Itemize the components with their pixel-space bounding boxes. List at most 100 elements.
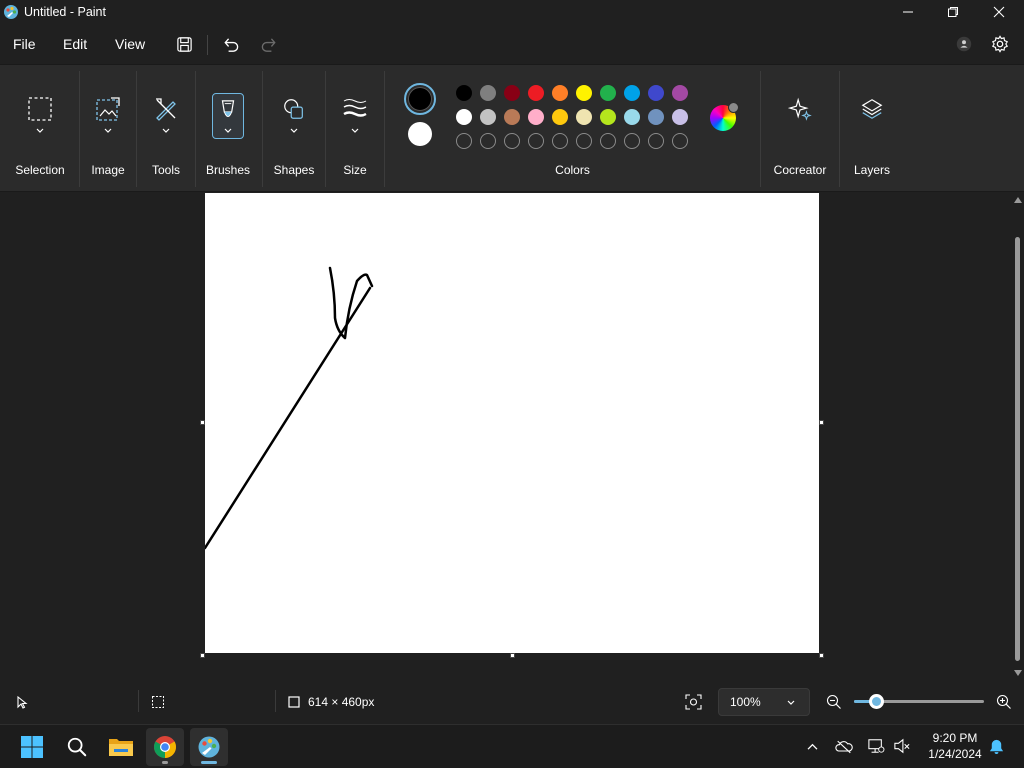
show-hidden-icons-button[interactable] [802, 736, 822, 756]
chrome-taskbar-button[interactable] [146, 728, 184, 766]
color-swatch[interactable] [600, 85, 616, 101]
save-button[interactable] [172, 32, 196, 56]
color-swatch[interactable] [672, 85, 688, 101]
taskbar-search-button[interactable] [58, 728, 96, 766]
image-label: Image [91, 163, 125, 177]
status-separator [138, 690, 139, 712]
cocreator-group[interactable]: Cocreator [761, 65, 839, 193]
restore-button[interactable] [930, 0, 976, 24]
chevron-down-icon [104, 128, 112, 133]
file-explorer-button[interactable] [102, 728, 140, 766]
color-swatch[interactable] [456, 109, 472, 125]
canvas-size-text: 614 × 460px [308, 695, 375, 709]
chevron-down-icon [36, 128, 44, 133]
primary-color-swatch [408, 87, 432, 111]
start-button[interactable] [13, 728, 51, 766]
zoom-slider[interactable] [854, 694, 984, 709]
color-swatch[interactable] [576, 109, 592, 125]
color-swatch[interactable] [648, 109, 664, 125]
resize-handle-bottom-right[interactable] [819, 653, 824, 658]
menu-view[interactable]: View [115, 36, 145, 52]
zoom-slider-thumb[interactable] [869, 694, 885, 709]
close-button[interactable] [976, 0, 1022, 24]
color-swatch[interactable] [672, 109, 688, 125]
color-swatch[interactable] [528, 109, 544, 125]
minimize-button[interactable] [885, 0, 931, 24]
zoom-in-icon[interactable] [996, 694, 1012, 710]
tools-icon [152, 95, 180, 123]
color-swatch[interactable] [552, 109, 568, 125]
custom-color-slot[interactable] [576, 133, 592, 149]
paint-taskbar-button[interactable] [190, 728, 228, 766]
canvas-drawing [203, 266, 374, 550]
brush-icon [214, 97, 242, 125]
tools-group[interactable]: Tools [137, 65, 195, 193]
color-swatch[interactable] [504, 85, 520, 101]
scroll-down-icon[interactable] [1014, 670, 1022, 676]
onedrive-tray-button[interactable] [834, 736, 854, 756]
layers-group[interactable]: Layers [840, 65, 904, 193]
volume-tray-button[interactable] [892, 736, 912, 756]
color-swatch[interactable] [504, 109, 520, 125]
size-group[interactable]: Size [326, 65, 384, 193]
custom-color-slot[interactable] [672, 133, 688, 149]
resize-handle-bottom[interactable] [510, 653, 515, 658]
custom-color-slot[interactable] [600, 133, 616, 149]
secondary-color-button[interactable] [408, 122, 432, 146]
custom-color-slot[interactable] [552, 133, 568, 149]
resize-handle-bottom-left[interactable] [200, 653, 205, 658]
drawing-canvas[interactable] [203, 193, 819, 653]
notifications-button[interactable] [986, 736, 1006, 756]
brushes-group[interactable]: Brushes [196, 65, 260, 193]
custom-color-slot[interactable] [648, 133, 664, 149]
menu-file[interactable]: File [13, 36, 36, 52]
redo-button[interactable] [257, 32, 281, 56]
color-swatch[interactable] [456, 85, 472, 101]
menu-edit[interactable]: Edit [63, 36, 87, 52]
shapes-group[interactable]: Shapes [263, 65, 325, 193]
custom-color-slot[interactable] [504, 133, 520, 149]
undo-button[interactable] [218, 32, 242, 56]
resize-handle-right[interactable] [819, 420, 824, 425]
color-swatch[interactable] [480, 109, 496, 125]
tools-label: Tools [151, 163, 180, 177]
volume-muted-icon [894, 738, 910, 754]
color-swatch[interactable] [624, 109, 640, 125]
fit-to-window-icon[interactable] [685, 694, 702, 710]
gear-icon [991, 35, 1009, 53]
menu-separator [207, 35, 208, 55]
taskbar-clock[interactable]: 9:20 PM 1/24/2024 [920, 730, 990, 762]
color-swatch[interactable] [624, 85, 640, 101]
settings-button[interactable] [988, 32, 1012, 56]
network-disconnected-icon [868, 739, 885, 753]
custom-color-slot[interactable] [624, 133, 640, 149]
color-swatch[interactable] [528, 85, 544, 101]
custom-color-slot[interactable] [480, 133, 496, 149]
clock-date: 1/24/2024 [928, 747, 982, 761]
bell-icon [989, 739, 1003, 754]
zoom-dropdown[interactable]: 100% [718, 688, 810, 716]
image-group[interactable]: Image [80, 65, 136, 193]
vertical-scroll-thumb[interactable] [1015, 237, 1020, 661]
custom-color-slot[interactable] [528, 133, 544, 149]
color-swatch[interactable] [648, 85, 664, 101]
canvas-size-icon [288, 696, 300, 708]
layers-label: Layers [853, 163, 891, 177]
account-button[interactable] [952, 32, 976, 56]
cocreator-sparkle-icon [786, 95, 814, 123]
edit-colors-button[interactable] [710, 102, 739, 131]
primary-color-button[interactable] [404, 83, 436, 115]
menu-bar: File Edit View [0, 26, 1024, 64]
color-swatch[interactable] [480, 85, 496, 101]
vertical-scrollbar[interactable] [1012, 193, 1024, 680]
zoom-out-icon[interactable] [826, 694, 842, 710]
color-swatch[interactable] [552, 85, 568, 101]
color-swatch[interactable] [576, 85, 592, 101]
custom-color-slot[interactable] [456, 133, 472, 149]
color-swatch[interactable] [600, 109, 616, 125]
network-tray-button[interactable] [866, 736, 886, 756]
scroll-up-icon[interactable] [1014, 197, 1022, 203]
redo-icon [261, 37, 276, 52]
selection-group[interactable]: Selection [0, 65, 80, 193]
resize-handle-left[interactable] [200, 420, 205, 425]
